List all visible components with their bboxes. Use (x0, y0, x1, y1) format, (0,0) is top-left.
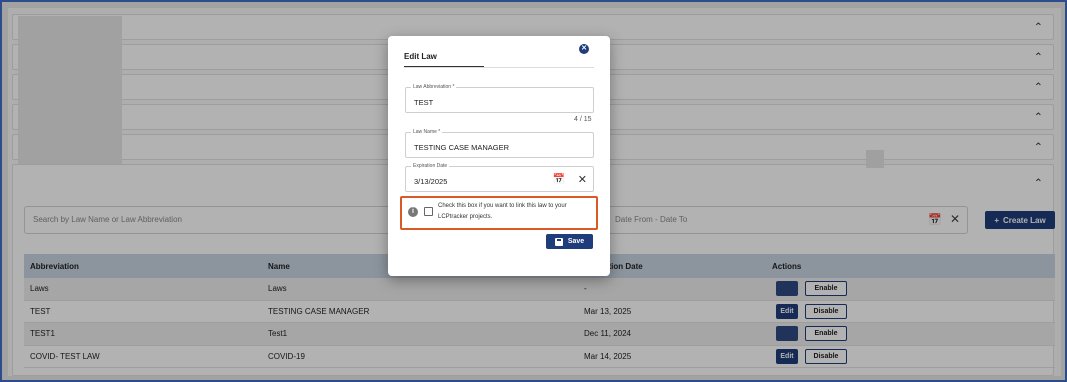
tab-edit-law[interactable]: Edit Law (404, 52, 484, 61)
calendar-icon[interactable]: 📅 (553, 174, 565, 185)
law-abbreviation-field[interactable]: Law Abbreviation * TEST (405, 84, 594, 113)
close-icon[interactable]: ✕ (579, 44, 589, 54)
character-counter: 4 / 15 (574, 116, 592, 123)
clear-date-icon[interactable]: ✕ (578, 173, 587, 186)
field-value[interactable]: 3/13/2025 (414, 177, 447, 186)
field-label: Expiration Date (411, 163, 450, 169)
info-icon: i (408, 207, 418, 217)
checkbox-label: Check this box if you want to link this … (438, 203, 567, 220)
field-value[interactable]: TEST (414, 98, 433, 107)
save-button[interactable]: Save (546, 234, 593, 249)
law-name-field[interactable]: Law Name * TESTING CASE MANAGER (405, 129, 594, 158)
expiration-date-field[interactable]: Expiration Date 3/13/2025 📅 ✕ (405, 163, 594, 192)
edit-law-modal: Edit Law ✕ Law Abbreviation * TEST 4 / 1… (388, 36, 610, 276)
link-projects-highlight: i Check this box if you want to link thi… (400, 196, 598, 230)
field-label: Law Name * (411, 129, 443, 135)
save-icon (554, 237, 563, 246)
tab-divider (404, 67, 594, 68)
field-value[interactable]: TESTING CASE MANAGER (414, 143, 509, 152)
field-label: Law Abbreviation * (411, 84, 457, 90)
link-projects-checkbox[interactable] (424, 207, 433, 216)
